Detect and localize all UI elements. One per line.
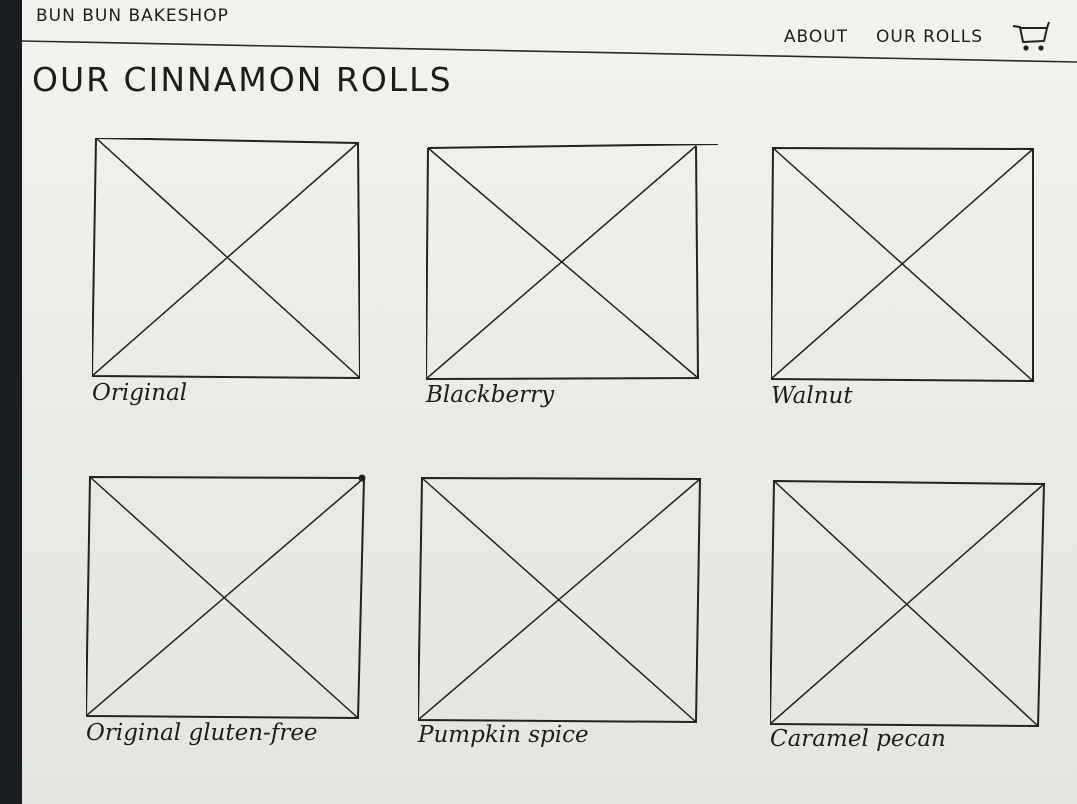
- nav-about-link[interactable]: ABOUT: [784, 27, 848, 47]
- product-card-caramel-pecan[interactable]: Caramel pecan: [770, 478, 1046, 752]
- product-card-pumpkin-spice[interactable]: Pumpkin spice: [418, 476, 702, 748]
- page-title: OUR CINNAMON ROLLS: [32, 60, 453, 99]
- product-card-walnut[interactable]: Walnut: [771, 145, 1035, 409]
- shopping-cart-icon[interactable]: [1011, 20, 1051, 54]
- image-placeholder-icon[interactable]: [86, 474, 366, 720]
- product-name[interactable]: Walnut: [771, 383, 853, 409]
- image-placeholder-icon[interactable]: [426, 144, 718, 380]
- image-placeholder-icon[interactable]: [418, 476, 702, 724]
- image-placeholder-icon[interactable]: [92, 138, 360, 380]
- image-placeholder-icon[interactable]: [770, 478, 1046, 728]
- product-name[interactable]: Original: [92, 380, 187, 406]
- site-logo[interactable]: BUN BUN BAKESHOP: [36, 6, 229, 26]
- product-card-original-gluten-free[interactable]: Original gluten-free: [86, 474, 366, 746]
- image-placeholder-icon[interactable]: [771, 145, 1035, 383]
- product-name[interactable]: Caramel pecan: [770, 726, 946, 752]
- product-card-original[interactable]: Original: [92, 138, 360, 406]
- product-card-blackberry[interactable]: Blackberry: [426, 144, 718, 408]
- product-name[interactable]: Original gluten-free: [86, 720, 318, 746]
- main-nav: ABOUT OUR ROLLS: [784, 20, 1051, 54]
- nav-our-rolls-link[interactable]: OUR ROLLS: [876, 27, 983, 47]
- product-name[interactable]: Blackberry: [426, 382, 554, 408]
- product-name[interactable]: Pumpkin spice: [418, 722, 589, 748]
